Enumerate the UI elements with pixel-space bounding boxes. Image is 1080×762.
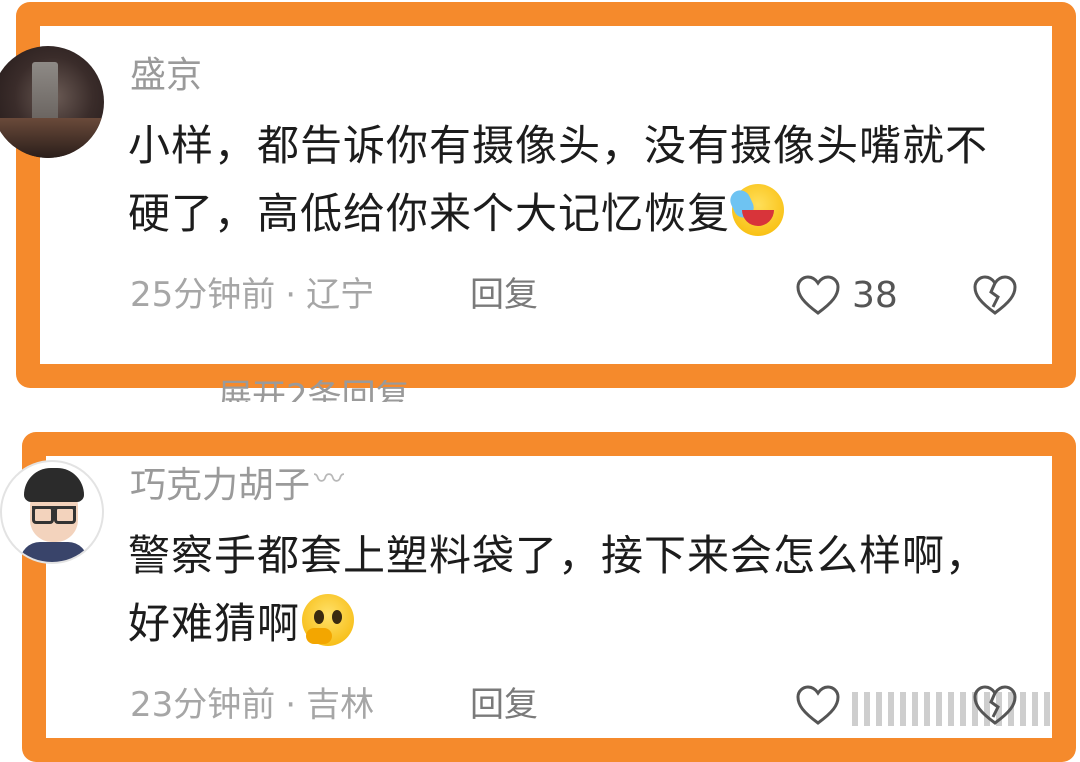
comment-text: 小样，都告诉你有摄像头，没有摄像头嘴就不硬了，高低给你来个大记忆恢复 bbox=[128, 121, 989, 238]
heart-icon[interactable] bbox=[795, 684, 841, 726]
expand-replies-link[interactable]: 展开2条回复 bbox=[218, 380, 518, 402]
timestamp: 23分钟前 bbox=[130, 685, 276, 725]
location: 吉林 bbox=[306, 685, 375, 725]
like-count: 38 bbox=[852, 275, 898, 316]
broken-heart-icon[interactable] bbox=[972, 274, 1018, 316]
username[interactable]: 巧克力胡子 bbox=[130, 465, 348, 504]
heart-icon[interactable] bbox=[795, 274, 841, 316]
avatar[interactable] bbox=[0, 46, 104, 158]
reply-button[interactable]: 回复 bbox=[470, 278, 538, 312]
comment-meta: 23分钟前 · 吉林 bbox=[130, 685, 375, 725]
reply-button[interactable]: 回复 bbox=[470, 688, 538, 722]
location: 辽宁 bbox=[306, 275, 375, 315]
thinking-face-emoji-icon bbox=[302, 594, 355, 646]
comment-text: 警察手都套上塑料袋了，接下来会怎么样啊，好难猜啊 bbox=[128, 531, 989, 648]
watermark bbox=[852, 692, 1052, 726]
tears-of-joy-emoji-icon bbox=[732, 184, 785, 236]
broken-heart-icon[interactable] bbox=[972, 684, 1018, 726]
comment-meta: 25分钟前 · 辽宁 bbox=[130, 275, 375, 315]
wave-badge-icon bbox=[314, 465, 348, 495]
avatar[interactable] bbox=[0, 460, 104, 564]
username[interactable]: 盛京 bbox=[130, 58, 202, 94]
timestamp: 25分钟前 bbox=[130, 275, 276, 315]
